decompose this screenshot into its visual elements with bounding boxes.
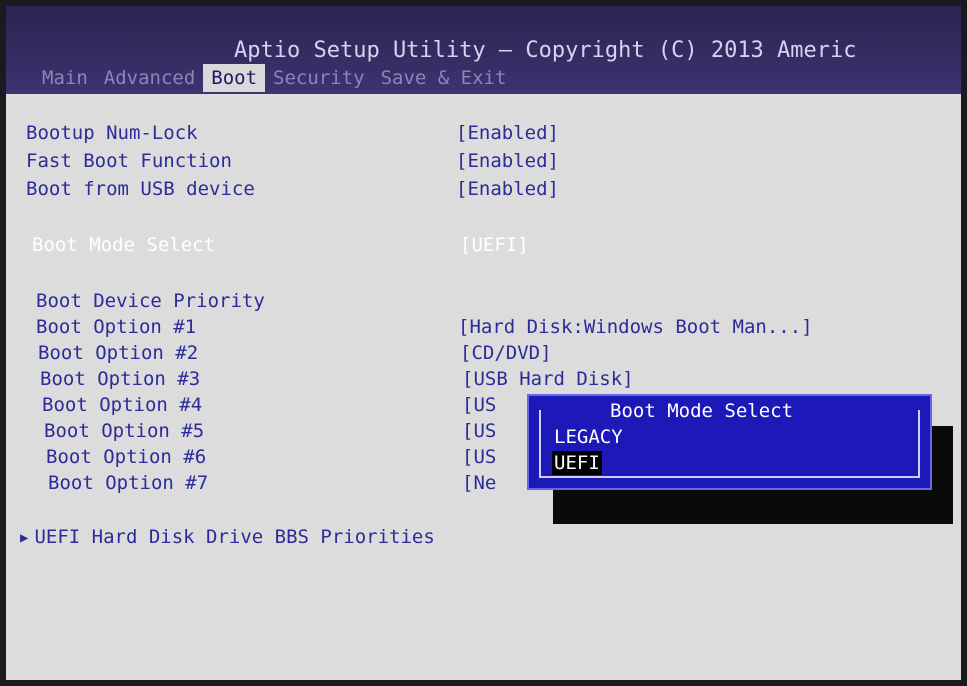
boot-option-4[interactable]: Boot Option #4: [42, 392, 202, 418]
tab-boot[interactable]: Boot: [203, 64, 266, 92]
setting-boot-mode-select-value[interactable]: [UEFI]: [460, 232, 529, 258]
popup-title: Boot Mode Select: [604, 398, 800, 424]
app-title: Aptio Setup Utility – Copyright (C) 2013…: [234, 38, 857, 63]
boot-option-1[interactable]: Boot Option #1: [36, 314, 196, 340]
setting-boot-mode-select[interactable]: Boot Mode Select: [32, 232, 215, 258]
setting-bootup-num-lock[interactable]: Bootup Num-Lock: [26, 120, 198, 146]
submenu-label: UEFI Hard Disk Drive BBS Priorities: [34, 526, 435, 548]
tab-security[interactable]: Security: [265, 64, 373, 92]
setting-fast-boot-value[interactable]: [Enabled]: [456, 148, 559, 174]
boot-mode-select-popup: Boot Mode Select LEGACY UEFI: [527, 394, 932, 490]
triangle-right-icon: ▶: [20, 530, 29, 546]
boot-option-3[interactable]: Boot Option #3: [40, 366, 200, 392]
boot-option-7-value[interactable]: [Ne: [462, 470, 496, 496]
boot-option-5[interactable]: Boot Option #5: [44, 418, 204, 444]
popup-option-legacy[interactable]: LEGACY: [554, 425, 623, 449]
popup-option-uefi[interactable]: UEFI: [552, 451, 602, 475]
boot-option-3-value[interactable]: [USB Hard Disk]: [462, 366, 634, 392]
bios-screen: Aptio Setup Utility – Copyright (C) 2013…: [6, 6, 961, 680]
boot-option-2[interactable]: Boot Option #2: [38, 340, 198, 366]
submenu-uefi-bbs-priorities[interactable]: ▶ UEFI Hard Disk Drive BBS Priorities: [20, 524, 435, 550]
tab-bar: Main Advanced Boot Security Save & Exit: [34, 64, 514, 92]
setting-boot-from-usb-value[interactable]: [Enabled]: [456, 176, 559, 202]
setting-fast-boot[interactable]: Fast Boot Function: [26, 148, 232, 174]
boot-option-7[interactable]: Boot Option #7: [48, 470, 208, 496]
boot-option-1-value[interactable]: [Hard Disk:Windows Boot Man...]: [458, 314, 813, 340]
boot-option-4-value[interactable]: [US: [462, 392, 496, 418]
boot-option-2-value[interactable]: [CD/DVD]: [460, 340, 552, 366]
tab-save-exit[interactable]: Save & Exit: [373, 64, 515, 92]
boot-option-6[interactable]: Boot Option #6: [46, 444, 206, 470]
bios-header: Aptio Setup Utility – Copyright (C) 2013…: [6, 6, 961, 94]
boot-device-priority-heading: Boot Device Priority: [36, 290, 265, 312]
setting-boot-from-usb[interactable]: Boot from USB device: [26, 176, 255, 202]
tab-advanced[interactable]: Advanced: [96, 64, 204, 92]
setting-bootup-num-lock-value[interactable]: [Enabled]: [456, 120, 559, 146]
boot-settings-panel: Bootup Num-Lock [Enabled] Fast Boot Func…: [6, 102, 961, 680]
tab-main[interactable]: Main: [34, 64, 96, 92]
boot-option-6-value[interactable]: [US: [462, 444, 496, 470]
boot-option-5-value[interactable]: [US: [462, 418, 496, 444]
